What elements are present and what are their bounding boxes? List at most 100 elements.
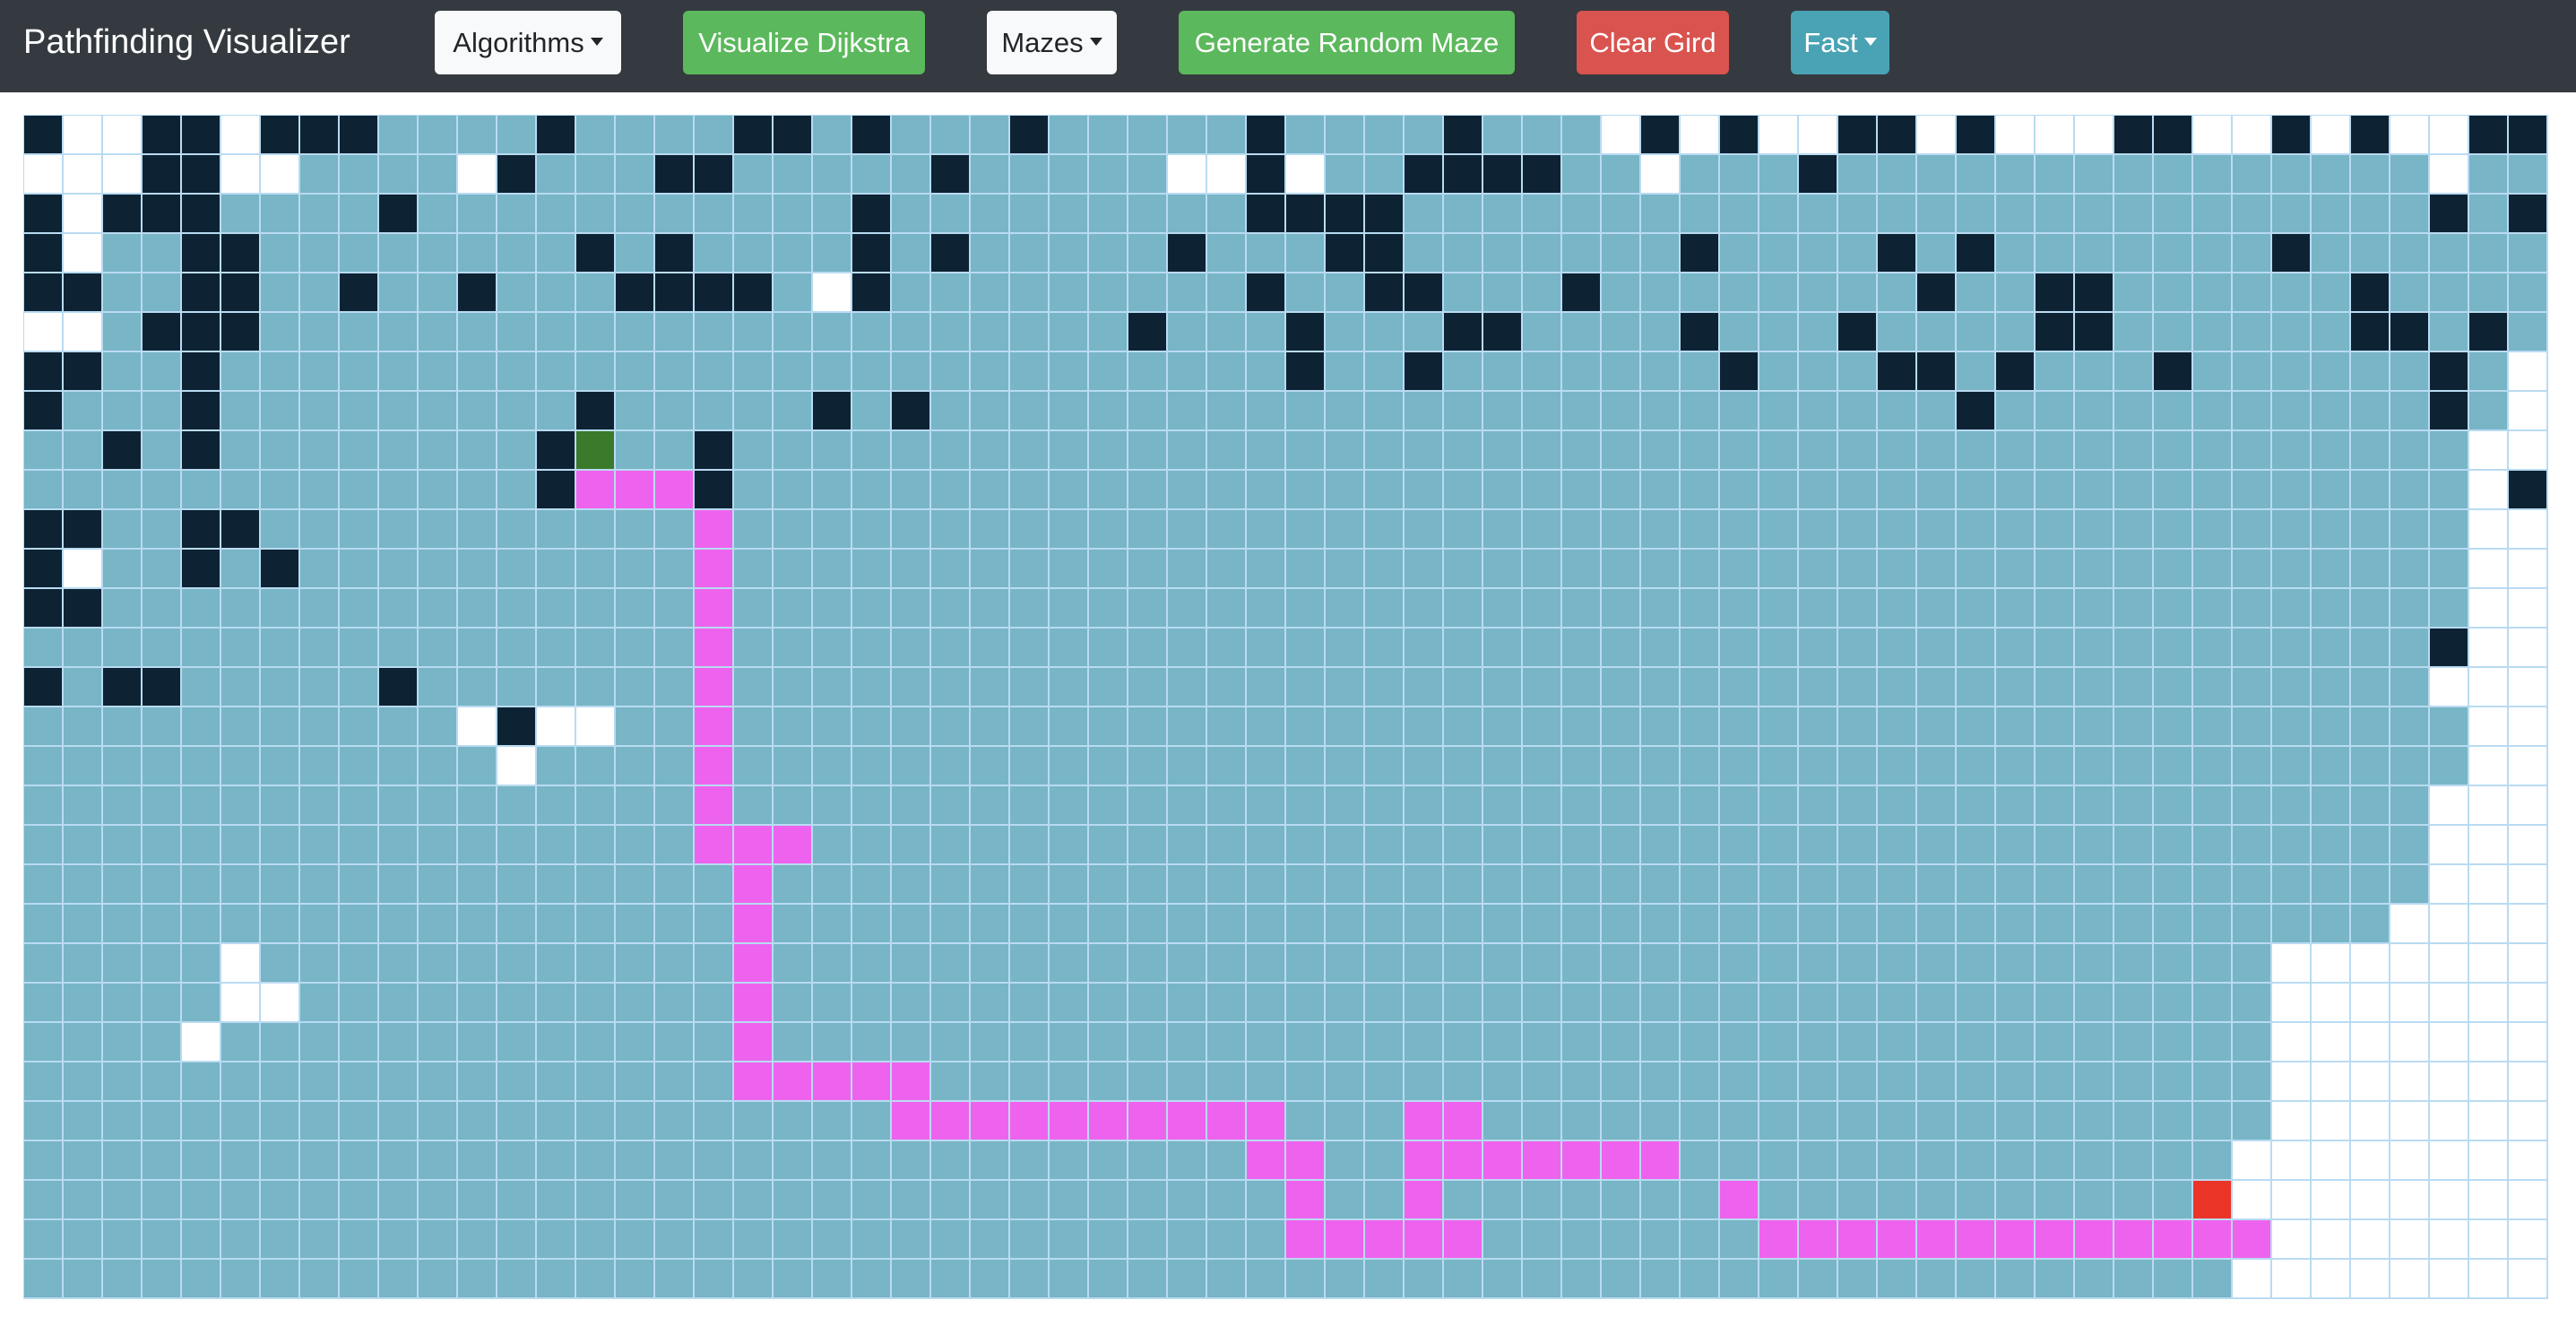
grid-cell-visited[interactable]	[143, 1181, 182, 1220]
grid-cell-visited[interactable]	[458, 747, 497, 786]
grid-cell-visited[interactable]	[379, 1141, 419, 1181]
grid-cell-visited[interactable]	[340, 392, 379, 431]
grid-cell-visited[interactable]	[931, 352, 971, 392]
grid-cell-visited[interactable]	[24, 1062, 64, 1102]
grid-cell-visited[interactable]	[2312, 392, 2351, 431]
grid-cell-visited[interactable]	[2233, 668, 2272, 707]
grid-cell-visited[interactable]	[2351, 786, 2390, 826]
grid-cell-wall[interactable]	[2430, 629, 2469, 668]
grid-cell-visited[interactable]	[300, 431, 340, 471]
grid-cell-wall[interactable]	[1720, 352, 1759, 392]
grid-cell-visited[interactable]	[2233, 195, 2272, 234]
grid-cell-visited[interactable]	[616, 905, 655, 944]
grid-cell-path[interactable]	[892, 1102, 931, 1141]
grid-cell-visited[interactable]	[1523, 1023, 1562, 1062]
grid-cell-visited[interactable]	[1641, 984, 1681, 1023]
grid-cell-visited[interactable]	[1838, 1062, 1878, 1102]
grid-cell-visited[interactable]	[2351, 155, 2390, 195]
grid-cell-visited[interactable]	[852, 865, 892, 905]
grid-cell-unvisited[interactable]	[2312, 1102, 2351, 1141]
grid-cell-visited[interactable]	[655, 1023, 695, 1062]
grid-cell-visited[interactable]	[2272, 905, 2312, 944]
grid-cell-visited[interactable]	[695, 1260, 734, 1299]
grid-cell-visited[interactable]	[1957, 826, 1996, 865]
grid-cell-visited[interactable]	[1010, 944, 1050, 984]
grid-cell-visited[interactable]	[103, 234, 143, 273]
grid-cell-visited[interactable]	[182, 471, 221, 510]
grid-cell-visited[interactable]	[734, 195, 774, 234]
grid-cell-visited[interactable]	[852, 550, 892, 589]
grid-cell-visited[interactable]	[734, 392, 774, 431]
grid-cell-visited[interactable]	[1326, 273, 1365, 313]
grid-cell-wall[interactable]	[2390, 313, 2430, 352]
grid-cell-unvisited[interactable]	[221, 116, 261, 155]
grid-cell-visited[interactable]	[537, 392, 576, 431]
grid-cell-visited[interactable]	[655, 313, 695, 352]
grid-cell-visited[interactable]	[813, 1260, 852, 1299]
grid-cell-visited[interactable]	[1799, 747, 1838, 786]
grid-cell-visited[interactable]	[340, 1141, 379, 1181]
grid-cell-visited[interactable]	[1957, 786, 1996, 826]
grid-cell-visited[interactable]	[1483, 1181, 1523, 1220]
grid-cell-visited[interactable]	[1444, 431, 1483, 471]
grid-cell-visited[interactable]	[852, 668, 892, 707]
grid-cell-visited[interactable]	[497, 234, 537, 273]
grid-cell-wall[interactable]	[1405, 352, 1444, 392]
grid-cell-unvisited[interactable]	[64, 116, 103, 155]
grid-cell-visited[interactable]	[1444, 826, 1483, 865]
grid-cell-visited[interactable]	[1444, 984, 1483, 1023]
grid-cell-visited[interactable]	[64, 905, 103, 944]
grid-cell-visited[interactable]	[1050, 747, 1089, 786]
grid-cell-visited[interactable]	[892, 1260, 931, 1299]
grid-cell-unvisited[interactable]	[2351, 1220, 2390, 1260]
grid-cell-visited[interactable]	[537, 865, 576, 905]
grid-cell-visited[interactable]	[379, 1181, 419, 1220]
grid-cell-visited[interactable]	[537, 1141, 576, 1181]
grid-cell-path[interactable]	[1799, 1220, 1838, 1260]
grid-cell-visited[interactable]	[2193, 195, 2233, 234]
grid-cell-visited[interactable]	[1917, 984, 1957, 1023]
grid-cell-visited[interactable]	[379, 392, 419, 431]
grid-cell-unvisited[interactable]	[2509, 747, 2548, 786]
grid-cell-visited[interactable]	[1799, 826, 1838, 865]
grid-cell-visited[interactable]	[1128, 944, 1168, 984]
grid-cell-unvisited[interactable]	[2469, 1141, 2509, 1181]
grid-cell-unvisited[interactable]	[2509, 392, 2548, 431]
grid-cell-visited[interactable]	[1957, 1062, 1996, 1102]
grid-cell-visited[interactable]	[1010, 707, 1050, 747]
grid-cell-visited[interactable]	[261, 273, 300, 313]
grid-cell-visited[interactable]	[1050, 510, 1089, 550]
grid-cell-visited[interactable]	[497, 550, 537, 589]
grid-cell-visited[interactable]	[300, 629, 340, 668]
grid-cell-visited[interactable]	[340, 471, 379, 510]
grid-cell-visited[interactable]	[852, 155, 892, 195]
grid-cell-visited[interactable]	[1602, 510, 1641, 550]
grid-cell-visited[interactable]	[2114, 1181, 2154, 1220]
grid-cell-unvisited[interactable]	[2509, 865, 2548, 905]
grid-cell-visited[interactable]	[892, 510, 931, 550]
grid-cell-path[interactable]	[1050, 1102, 1089, 1141]
grid-cell-visited[interactable]	[24, 707, 64, 747]
grid-cell-visited[interactable]	[497, 1260, 537, 1299]
grid-cell-wall[interactable]	[1128, 313, 1168, 352]
grid-cell-visited[interactable]	[1050, 352, 1089, 392]
grid-cell-visited[interactable]	[1957, 589, 1996, 629]
grid-cell-path[interactable]	[1917, 1220, 1957, 1260]
grid-cell-unvisited[interactable]	[2509, 589, 2548, 629]
grid-cell-visited[interactable]	[103, 1102, 143, 1141]
grid-cell-visited[interactable]	[695, 195, 734, 234]
grid-cell-visited[interactable]	[1996, 707, 2036, 747]
grid-cell-unvisited[interactable]	[2509, 826, 2548, 865]
grid-cell-wall[interactable]	[24, 195, 64, 234]
grid-cell-visited[interactable]	[182, 905, 221, 944]
grid-cell-visited[interactable]	[931, 865, 971, 905]
grid-cell-visited[interactable]	[2036, 747, 2075, 786]
grid-cell-visited[interactable]	[2390, 431, 2430, 471]
grid-cell-visited[interactable]	[1089, 707, 1128, 747]
grid-cell-visited[interactable]	[1168, 550, 1207, 589]
grid-cell-wall[interactable]	[1957, 234, 1996, 273]
grid-cell-visited[interactable]	[1641, 1181, 1681, 1220]
grid-cell-visited[interactable]	[1405, 707, 1444, 747]
grid-cell-visited[interactable]	[1957, 195, 1996, 234]
grid-cell-visited[interactable]	[1838, 352, 1878, 392]
